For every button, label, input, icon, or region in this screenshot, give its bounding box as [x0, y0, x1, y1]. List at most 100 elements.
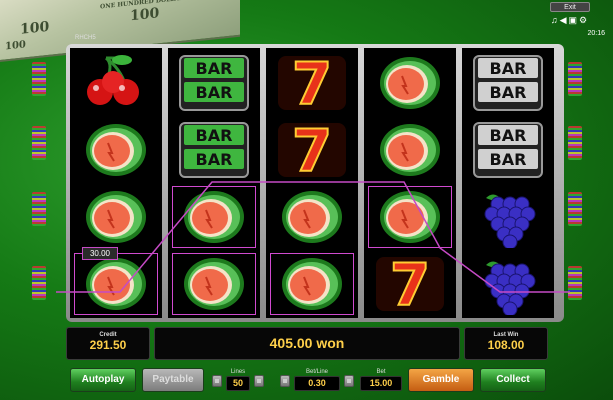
credit-value: 291.50 — [89, 338, 127, 352]
reel-symbol-cherry — [70, 50, 162, 116]
reel-symbol-seven: 7 — [364, 251, 456, 317]
coin-stack-icon — [32, 62, 46, 96]
money-note-value: 100 — [20, 18, 50, 38]
bar-icon: BAR BAR — [179, 122, 249, 178]
bet-line-value: 0.30 — [294, 376, 340, 391]
top-icons: ♫◀▣⚙ — [535, 15, 605, 26]
bar-text: BAR — [196, 126, 233, 145]
reel-symbol-grapes — [462, 184, 554, 250]
reel-symbol-watermelon — [70, 117, 162, 183]
bar-text: BAR — [490, 59, 527, 78]
reel-symbol-bar: BAR BAR — [168, 50, 260, 116]
reel-symbol-watermelon — [266, 184, 358, 250]
bar-icon: BAR BAR — [179, 55, 249, 111]
lines-setting: Lines 50 — [226, 368, 250, 394]
cherry-icon — [87, 55, 139, 105]
bet-line-increase-button[interactable] — [344, 375, 354, 387]
watermelon-icon — [380, 57, 440, 109]
settings-icon[interactable]: ⚙ — [579, 15, 589, 25]
collect-button[interactable]: Collect — [480, 368, 546, 392]
music-note-icon[interactable]: ♫ — [551, 15, 560, 25]
watermelon-icon — [282, 258, 342, 310]
reel-symbol-bar: BAR BAR — [168, 117, 260, 183]
reel-4: 7 — [364, 48, 456, 318]
credit-box: Credit 291.50 — [66, 327, 150, 360]
bar-icon: BAR BAR — [473, 122, 543, 178]
lines-increase-button[interactable] — [254, 375, 264, 387]
top-bar: Exit ♫◀▣⚙ 20:16 — [535, 2, 605, 37]
seven-text: 7 — [292, 119, 332, 181]
reel-symbol-watermelon — [70, 251, 162, 317]
bet-label: Bet — [376, 369, 386, 375]
bar-text: BAR — [490, 83, 527, 102]
lines-decrease-button[interactable] — [212, 375, 222, 387]
bet-setting: Bet 15.00 — [360, 368, 402, 394]
lines-label: Lines — [230, 369, 246, 375]
autoplay-button[interactable]: Autoplay — [70, 368, 136, 392]
watermelon-icon — [380, 124, 440, 176]
seven-text: 7 — [390, 253, 430, 315]
bet-value: 15.00 — [360, 376, 402, 391]
watermelon-icon — [184, 191, 244, 243]
bar-icon: BAR BAR — [473, 55, 543, 111]
fullscreen-icon[interactable]: ▣ — [569, 15, 580, 25]
reel-symbol-bar: BAR BAR — [462, 117, 554, 183]
reel-2: BAR BAR BAR BAR — [168, 48, 260, 318]
reel-symbol-bar: BAR BAR — [462, 50, 554, 116]
controls-bar: Autoplay Paytable Lines 50 Bet/Line 0.30… — [66, 368, 548, 396]
coin-stack-icon — [568, 126, 582, 160]
seven-icon: 7 — [278, 52, 346, 114]
bar-text: BAR — [196, 150, 233, 169]
reel-3: 77 — [266, 48, 358, 318]
bet-line-label: Bet/Line — [305, 369, 329, 375]
watermelon-icon — [86, 124, 146, 176]
reels-area: BAR BAR BAR BAR 7 7 7 BAR BAR BAR BAR — [66, 44, 564, 322]
coin-stack-icon — [32, 266, 46, 300]
clock: 20:16 — [587, 30, 605, 37]
gamble-button[interactable]: Gamble — [408, 368, 474, 392]
watermelon-icon — [282, 191, 342, 243]
seven-icon: 7 — [278, 119, 346, 181]
last-win-value: 108.00 — [487, 338, 525, 352]
last-win-box: Last Win 108.00 — [464, 327, 548, 360]
seven-icon: 7 — [376, 253, 444, 315]
coin-stack-icon — [568, 62, 582, 96]
watermelon-icon — [86, 191, 146, 243]
seven-text: 7 — [292, 52, 332, 114]
coin-stack-icon — [568, 266, 582, 300]
reel-1 — [70, 48, 162, 318]
won-text: 405.00 won — [269, 335, 345, 351]
lines-value: 50 — [226, 376, 250, 391]
reel-symbol-seven: 7 — [266, 117, 358, 183]
grapes-icon — [484, 194, 536, 248]
money-note-value: 100 — [5, 39, 26, 53]
game-id-text: RHCH5 — [75, 35, 96, 41]
bar-text: BAR — [490, 150, 527, 169]
reel-symbol-watermelon — [364, 50, 456, 116]
grapes-icon — [484, 261, 536, 315]
won-box: 405.00 won — [154, 327, 460, 360]
reel-symbol-watermelon — [168, 184, 260, 250]
money-note-value: 100 — [130, 5, 160, 25]
coin-stack-icon — [32, 126, 46, 160]
bar-text: BAR — [196, 83, 233, 102]
bet-line-decrease-button[interactable] — [280, 375, 290, 387]
paytable-button[interactable]: Paytable — [142, 368, 204, 392]
coin-stack-icon — [568, 192, 582, 226]
reel-symbol-watermelon — [364, 117, 456, 183]
line-win-label: 30.00 — [82, 247, 118, 260]
reel-symbol-watermelon — [364, 184, 456, 250]
bet-line-setting: Bet/Line 0.30 — [294, 368, 340, 394]
reel-symbol-watermelon — [266, 251, 358, 317]
bar-text: BAR — [196, 59, 233, 78]
reel-symbol-grapes — [462, 251, 554, 317]
exit-button[interactable]: Exit — [550, 2, 590, 12]
reel-symbol-seven: 7 — [266, 50, 358, 116]
info-panel: Credit 291.50 405.00 won Last Win 108.00 — [66, 327, 548, 365]
speaker-icon[interactable]: ◀ — [560, 15, 569, 25]
watermelon-icon — [380, 191, 440, 243]
reel-symbol-watermelon — [70, 184, 162, 250]
reel-5: BAR BAR BAR BAR — [462, 48, 554, 318]
bar-text: BAR — [490, 126, 527, 145]
watermelon-icon — [86, 258, 146, 310]
